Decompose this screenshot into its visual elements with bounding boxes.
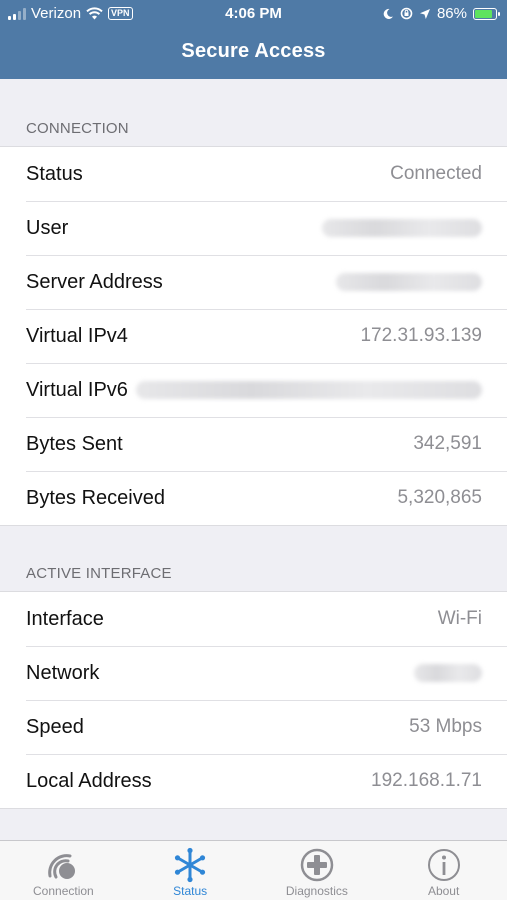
moon-icon [383, 8, 393, 19]
row-label: Status [26, 162, 83, 185]
row-value: Connected [390, 163, 482, 184]
row-label: Speed [26, 715, 84, 738]
row-speed: Speed 53 Mbps [0, 700, 507, 754]
battery-percent: 86% [436, 5, 467, 22]
tab-connection[interactable]: Connection [0, 841, 127, 900]
location-icon [419, 8, 430, 19]
battery-icon [473, 7, 500, 20]
section-header-active-interface: ACTIVE INTERFACE [26, 565, 172, 582]
row-label: Interface [26, 607, 104, 630]
asterisk-icon [175, 847, 206, 883]
info-icon [427, 849, 460, 881]
section-header-connection: CONNECTION [26, 120, 129, 137]
redacted-value [414, 664, 482, 682]
connection-icon [48, 854, 76, 879]
connection-group: Status Connected User Server Address Vir… [0, 146, 507, 526]
orientation-lock-icon [400, 7, 413, 20]
row-label: User [26, 216, 69, 239]
active-interface-group: Interface Wi-Fi Network Speed 53 Mbps Lo… [0, 591, 507, 809]
tab-label: Status [173, 884, 208, 898]
tab-status[interactable]: Status [127, 841, 254, 900]
row-label: Bytes Sent [26, 432, 123, 455]
redacted-value [136, 381, 482, 399]
row-virtual-ipv4: Virtual IPv4 172.31.93.139 [0, 309, 507, 363]
row-virtual-ipv6: Virtual IPv6 [0, 363, 507, 417]
row-value: 5,320,865 [397, 487, 482, 508]
tab-bar: Connection Status Diagnostics About [0, 840, 507, 900]
row-server-address: Server Address [0, 255, 507, 309]
row-label: Bytes Received [26, 486, 165, 509]
tab-label: Connection [33, 884, 94, 898]
row-interface: Interface Wi-Fi [0, 592, 507, 646]
row-user: User [0, 201, 507, 255]
row-local-address: Local Address 192.168.1.71 [0, 754, 507, 808]
tab-about[interactable]: About [380, 841, 507, 900]
nav-header: Verizon VPN 4:06 PM 86% Secure Access [0, 0, 507, 79]
tab-label: Diagnostics [285, 884, 348, 898]
row-status: Status Connected [0, 147, 507, 201]
tab-diagnostics[interactable]: Diagnostics [254, 841, 381, 900]
row-value: 192.168.1.71 [371, 770, 482, 791]
row-label: Local Address [26, 769, 152, 792]
redacted-value [322, 219, 482, 237]
plus-circle-icon [300, 848, 334, 882]
row-value: Wi-Fi [437, 608, 482, 629]
row-label: Network [26, 661, 100, 684]
status-bar: Verizon VPN 4:06 PM 86% [0, 0, 507, 28]
row-network: Network [0, 646, 507, 700]
row-value: 342,591 [413, 433, 482, 454]
row-bytes-received: Bytes Received 5,320,865 [0, 471, 507, 525]
tab-label: About [427, 884, 460, 898]
row-value: 172.31.93.139 [360, 325, 482, 346]
row-label: Virtual IPv4 [26, 324, 128, 347]
redacted-value [336, 273, 482, 291]
row-bytes-sent: Bytes Sent 342,591 [0, 417, 507, 471]
row-label: Server Address [26, 270, 163, 293]
page-title: Secure Access [181, 40, 326, 62]
row-value: 53 Mbps [409, 716, 482, 737]
row-label: Virtual IPv6 [26, 378, 128, 401]
